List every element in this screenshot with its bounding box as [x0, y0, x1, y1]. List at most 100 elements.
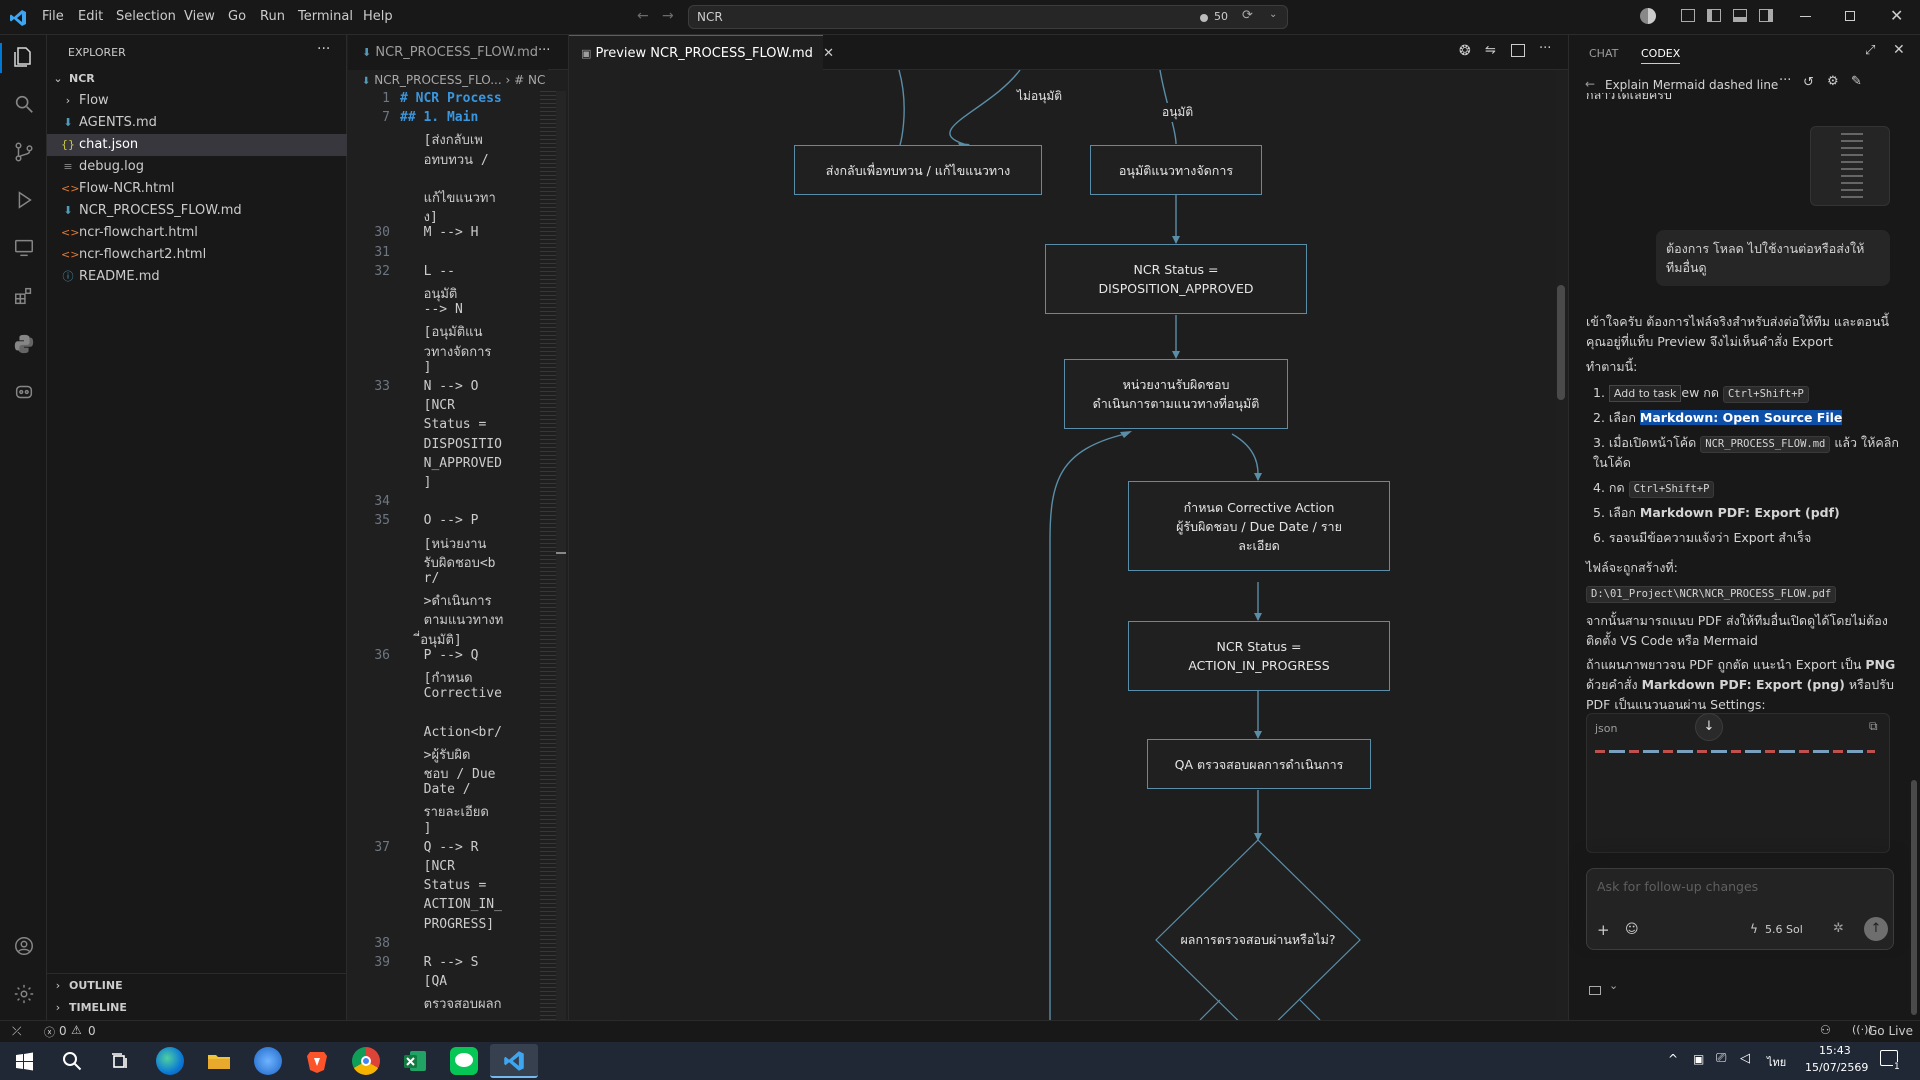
- tree-item-ncr-flowchart2-html[interactable]: <>ncr-flowchart2.html: [47, 244, 347, 266]
- timeline-section[interactable]: › TIMELINE: [47, 997, 347, 1019]
- vscode-taskbar-icon[interactable]: [490, 1044, 538, 1078]
- toggle-panel-icon[interactable]: [1733, 9, 1747, 22]
- minimize-icon[interactable]: [1800, 16, 1811, 17]
- breadcrumb[interactable]: ⬇ NCR_PROCESS_FLO... › # NC: [362, 73, 568, 87]
- new-chat-icon[interactable]: ✎: [1851, 74, 1862, 89]
- minimap[interactable]: [540, 91, 556, 1046]
- preview-scroll-thumb[interactable]: [1557, 285, 1565, 400]
- outline-section[interactable]: › OUTLINE: [47, 975, 347, 997]
- chat-input-box[interactable]: Ask for follow-up changes + ☺ ϟ 5.6 Sol …: [1586, 868, 1894, 950]
- menu-go[interactable]: Go: [228, 9, 246, 24]
- gear-icon[interactable]: ⚙: [1827, 74, 1839, 89]
- back-arrow-icon[interactable]: ←: [1585, 77, 1595, 91]
- tray-app-icon[interactable]: ▣: [1693, 1052, 1704, 1066]
- account-icon[interactable]: [11, 935, 37, 961]
- sync-icon[interactable]: ⟳: [1242, 8, 1253, 23]
- file-explorer-icon[interactable]: [205, 1047, 233, 1075]
- maximize-icon[interactable]: ⤢: [1865, 43, 1875, 58]
- tree-item-flow[interactable]: › Flow: [47, 90, 347, 112]
- preview-scrollbar[interactable]: [1556, 70, 1566, 1020]
- history-icon[interactable]: ↺: [1803, 75, 1814, 90]
- split-editor-icon[interactable]: [1511, 44, 1525, 57]
- error-icon[interactable]: ⓧ: [44, 1024, 55, 1040]
- clock-time[interactable]: 15:43: [1819, 1044, 1851, 1057]
- tree-root[interactable]: ⌄ NCR: [47, 68, 347, 90]
- send-button[interactable]: ↑: [1864, 917, 1888, 941]
- menu-file[interactable]: File: [42, 9, 64, 24]
- brave-browser-icon[interactable]: [303, 1047, 331, 1075]
- toggle-secondary-sidebar-icon[interactable]: [1759, 9, 1773, 22]
- tab-more-icon[interactable]: ···: [538, 43, 550, 58]
- tab-codex[interactable]: CODEX: [1641, 47, 1681, 64]
- mention-icon[interactable]: ☺: [1625, 922, 1639, 937]
- layout-customize-icon[interactable]: [1681, 9, 1695, 22]
- warning-count[interactable]: 0: [88, 1024, 96, 1038]
- tree-item-chat-json[interactable]: {} chat.json: [47, 134, 347, 156]
- back-arrow-icon[interactable]: ←: [637, 8, 649, 24]
- edge-browser-icon[interactable]: [156, 1047, 184, 1075]
- forward-arrow-icon[interactable]: →: [662, 8, 674, 24]
- tab-chat[interactable]: CHAT: [1589, 47, 1618, 60]
- scroll-down-button[interactable]: ↓: [1695, 713, 1723, 741]
- windows-start-icon[interactable]: [10, 1047, 38, 1075]
- open-source-icon[interactable]: ⇋: [1485, 43, 1496, 58]
- close-tab-icon[interactable]: ✕: [823, 46, 834, 61]
- window-icon[interactable]: [1589, 986, 1601, 995]
- chevron-down-icon[interactable]: ⌄: [1609, 979, 1618, 992]
- tab-preview[interactable]: ▣ Preview NCR_PROCESS_FLOW.md ✕: [569, 35, 834, 70]
- volume-icon[interactable]: ◁: [1740, 1051, 1750, 1066]
- add-attachment-icon[interactable]: +: [1597, 921, 1610, 939]
- node-status-disposition-approved[interactable]: NCR Status = DISPOSITION_APPROVED: [1045, 244, 1307, 314]
- tree-item-ncr-flowchart-html[interactable]: <>ncr-flowchart.html: [47, 222, 347, 244]
- copilot-edit-icon[interactable]: ❂: [1459, 43, 1471, 59]
- menu-view[interactable]: View: [184, 9, 215, 24]
- search-icon[interactable]: [11, 93, 37, 119]
- extensions-icon[interactable]: [11, 285, 37, 311]
- tray-expand-icon[interactable]: ^: [1668, 1052, 1678, 1066]
- copilot-icon[interactable]: [1640, 8, 1656, 24]
- more-actions-icon[interactable]: ···: [317, 41, 330, 57]
- chat-scroll-area[interactable]: กล่าวได้เลยครับ ต้องการ โหลด ไปใช้งานต่อ…: [1569, 93, 1909, 855]
- remote-icon[interactable]: ⤫: [12, 1024, 22, 1039]
- chevron-down-icon[interactable]: ⌄: [1269, 9, 1277, 20]
- language-indicator[interactable]: ไทย: [1767, 1053, 1786, 1071]
- mermaid-flowchart[interactable]: ไม่อนุมัติ อนุมัติ ส่งกลับเพื่อทบทวน / แ…: [620, 70, 1562, 1020]
- network-icon[interactable]: ⎚: [1716, 1051, 1726, 1066]
- tree-item-flow-ncr-html[interactable]: <>Flow-NCR.html: [47, 178, 347, 200]
- copilot-status-icon[interactable]: ⚇: [1820, 1023, 1831, 1037]
- python-icon[interactable]: [11, 333, 37, 359]
- node-approve-disposition[interactable]: อนุมัติแนวทางจัดการ: [1090, 145, 1262, 195]
- menu-terminal[interactable]: Terminal: [298, 9, 353, 24]
- node-corrective-action[interactable]: กำหนด Corrective Action ผู้รับผิดชอบ / D…: [1128, 481, 1390, 571]
- menu-run[interactable]: Run: [260, 9, 285, 24]
- tree-item-agents-md[interactable]: ⬇ AGENTS.md: [47, 112, 347, 134]
- remote-explorer-icon[interactable]: [11, 237, 37, 263]
- tab-ncr-process-flow-md[interactable]: ⬇ NCR_PROCESS_FLOW.md: [348, 35, 548, 70]
- close-icon[interactable]: ✕: [1890, 6, 1903, 25]
- chat-scroll-thumb[interactable]: [1911, 780, 1917, 1015]
- menu-help[interactable]: Help: [363, 9, 393, 24]
- search-icon[interactable]: [58, 1047, 86, 1075]
- toggle-sidebar-icon[interactable]: [1707, 9, 1721, 22]
- menu-selection[interactable]: Selection: [116, 9, 176, 24]
- tree-item-ncr-process-flow-md[interactable]: ⬇ NCR_PROCESS_FLOW.md: [47, 200, 347, 222]
- node-status-action-in-progress[interactable]: NCR Status = ACTION_IN_PROGRESS: [1128, 621, 1390, 691]
- chrome-browser-icon[interactable]: [352, 1047, 380, 1075]
- warning-icon[interactable]: ⚠: [71, 1023, 82, 1037]
- sparkle-icon[interactable]: ✲: [1833, 921, 1844, 936]
- more-actions-icon[interactable]: ···: [1539, 41, 1551, 56]
- tree-item-readme-md[interactable]: ⓘ README.md: [47, 266, 347, 288]
- gear-icon[interactable]: [11, 983, 37, 1009]
- task-view-icon[interactable]: [106, 1047, 134, 1075]
- go-live-button[interactable]: Go Live: [1868, 1024, 1913, 1038]
- restore-icon[interactable]: [1845, 11, 1855, 21]
- tree-item-debug-log[interactable]: ≡ debug.log: [47, 156, 347, 178]
- minimap-slider[interactable]: [556, 91, 566, 1046]
- command-center-search[interactable]: NCR 50 ⟳ ⌄: [688, 5, 1288, 29]
- node-responsible-execute[interactable]: หน่วยงานรับผิดชอบ ดำเนินการตามแนวทางที่อ…: [1064, 359, 1288, 429]
- image-thumbnail[interactable]: [1810, 126, 1890, 206]
- node-return-for-review[interactable]: ส่งกลับเพื่อทบทวน / แก้ไขแนวทาง: [794, 145, 1042, 195]
- copilot-agents-icon[interactable]: [11, 381, 37, 407]
- line-app-icon[interactable]: [450, 1047, 478, 1075]
- more-actions-icon[interactable]: ···: [1779, 73, 1791, 88]
